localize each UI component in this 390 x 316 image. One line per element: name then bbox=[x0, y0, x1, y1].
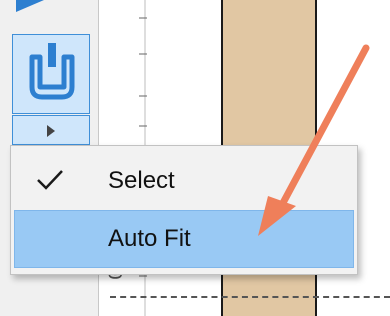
annotation-arrow bbox=[258, 44, 370, 236]
